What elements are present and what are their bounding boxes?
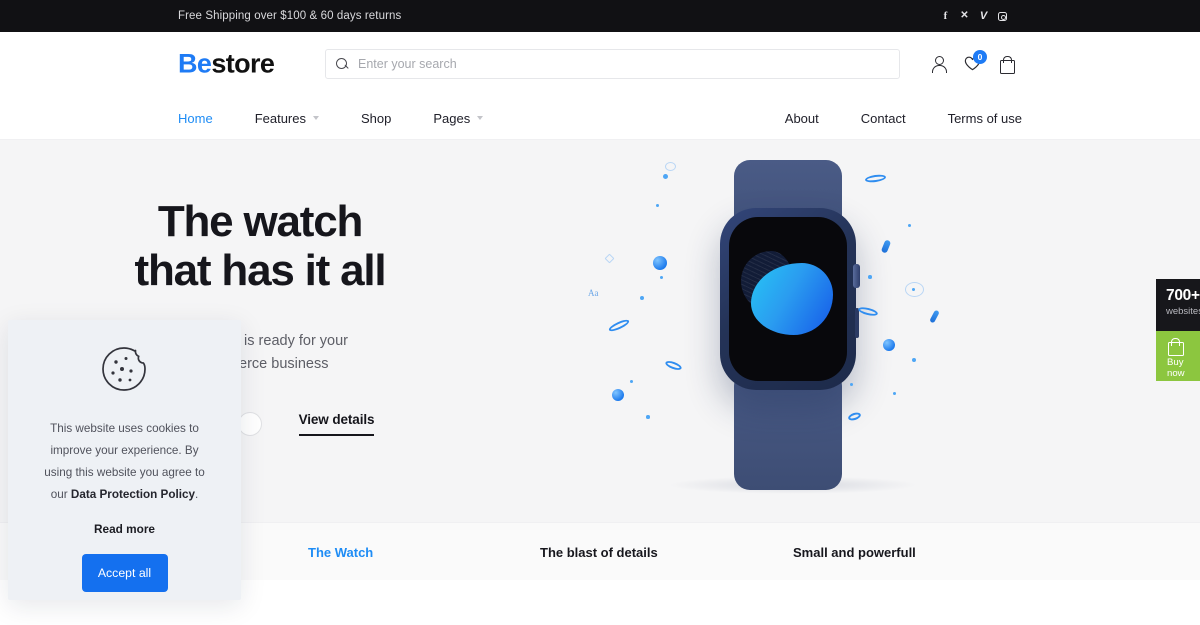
decor-sphere (883, 339, 895, 351)
nav-item-features[interactable]: Features (234, 111, 340, 126)
cookie-icon (101, 347, 146, 391)
nav-label: Features (254, 110, 306, 126)
instagram-icon[interactable] (997, 10, 1008, 22)
chevron-down-icon (313, 116, 319, 120)
nav-secondary: About Contact Terms of use (764, 96, 1022, 140)
decor-capsule (880, 239, 892, 254)
decor-dot (908, 224, 911, 227)
decor-dot (660, 276, 663, 279)
nav-item-terms-of-use[interactable]: Terms of use (927, 111, 1022, 126)
nav-label: Pages (433, 110, 471, 126)
logo-rest: store (211, 48, 275, 79)
hero-title-line-2: that has it all (134, 246, 387, 296)
cookie-consent-banner: This website uses cookies to improve you… (8, 320, 241, 600)
decor-capsule (929, 309, 940, 324)
product-tabs: The Watch The blast of details Small and… (248, 523, 1008, 581)
color-swatch-white[interactable] (237, 412, 262, 436)
nav-item-pages[interactable]: Pages (412, 111, 504, 126)
watch-case (720, 208, 860, 390)
sticky-count-value: 700+ (1166, 287, 1200, 304)
search-bar[interactable] (325, 49, 900, 79)
smartwatch-illustration (702, 160, 874, 490)
nav-item-shop[interactable]: Shop (340, 111, 412, 126)
chevron-down-icon (477, 116, 484, 120)
hero-product-image: Aa (560, 140, 1200, 522)
decor-dot (663, 174, 668, 179)
vimeo-icon[interactable]: V (978, 10, 989, 22)
decor-outline-ring (665, 162, 676, 171)
buy-now-button[interactable]: Buy now (1156, 331, 1200, 381)
decor-dot (912, 358, 916, 362)
decor-dot (640, 296, 644, 300)
search-input[interactable] (358, 57, 889, 71)
nav-primary: Home Features Shop Pages (178, 96, 504, 140)
wishlist-heart-icon[interactable]: 0 (964, 50, 987, 73)
cart-bag-icon[interactable] (998, 55, 1015, 74)
decor-dot (656, 204, 659, 207)
sticky-count-label: websites (1166, 306, 1200, 318)
sticky-websites-count[interactable]: 700+ websites (1156, 279, 1200, 331)
cookie-message: This website uses cookies to improve you… (40, 418, 210, 506)
nav-item-contact[interactable]: Contact (840, 111, 927, 126)
shopping-bag-icon (1167, 337, 1184, 356)
nav-item-about[interactable]: About (764, 111, 840, 126)
decor-aa-glyph: Aa (588, 288, 599, 298)
decor-dot (646, 415, 650, 419)
logo-accent: Be (178, 48, 212, 79)
decor-dot (850, 383, 853, 386)
account-icon[interactable] (930, 55, 947, 73)
decor-sphere (653, 256, 667, 270)
nav-label: Shop (361, 110, 392, 126)
decor-dot (912, 288, 915, 291)
facebook-icon[interactable]: f (940, 10, 951, 22)
tab-the-watch[interactable]: The Watch (308, 545, 373, 560)
decor-dot (868, 275, 872, 279)
decor-ring (607, 317, 631, 334)
site-logo[interactable]: Bestore (178, 48, 275, 80)
tab-the-blast-of-details[interactable]: The blast of details (540, 545, 658, 560)
buy-now-label: Buy now (1167, 357, 1185, 379)
view-details-link[interactable]: View details (298, 412, 375, 436)
x-twitter-icon[interactable]: ✕ (959, 10, 970, 22)
nav-item-home[interactable]: Home (178, 111, 234, 126)
nav-label: Home (178, 110, 213, 126)
announcement-bar: Free Shipping over $100 & 60 days return… (0, 0, 1200, 32)
decor-sphere (612, 389, 624, 401)
main-navigation: Home Features Shop Pages About Contact T… (0, 96, 1200, 140)
search-icon (336, 57, 349, 71)
watch-side-button (854, 308, 859, 338)
read-more-link[interactable]: Read more (94, 522, 155, 536)
hero-title-line-1: The watch (157, 197, 364, 246)
page-root: Free Shipping over $100 & 60 days return… (0, 0, 1200, 625)
decor-ring (664, 359, 683, 372)
watch-screen (729, 217, 847, 381)
announcement-text: Free Shipping over $100 & 60 days return… (178, 10, 402, 22)
tab-small-and-powerfull[interactable]: Small and powerfull (793, 545, 916, 560)
site-header: Bestore 0 (0, 32, 1200, 96)
hero-title: The watch that has it all (0, 197, 520, 296)
header-icon-group: 0 (930, 50, 1015, 74)
data-protection-policy-link[interactable]: Data Protection Policy (71, 488, 195, 501)
sticky-promo-widget: 700+ websites Buy now (1156, 279, 1200, 381)
accept-all-button[interactable]: Accept all (81, 553, 168, 592)
wishlist-count-badge: 0 (973, 50, 987, 64)
decor-dot (893, 392, 896, 395)
watch-crown (853, 264, 860, 288)
decor-diamond (604, 253, 615, 264)
cookie-text-after: . (194, 487, 199, 501)
decor-dot (630, 380, 633, 383)
social-links: f ✕ V (940, 10, 1008, 22)
